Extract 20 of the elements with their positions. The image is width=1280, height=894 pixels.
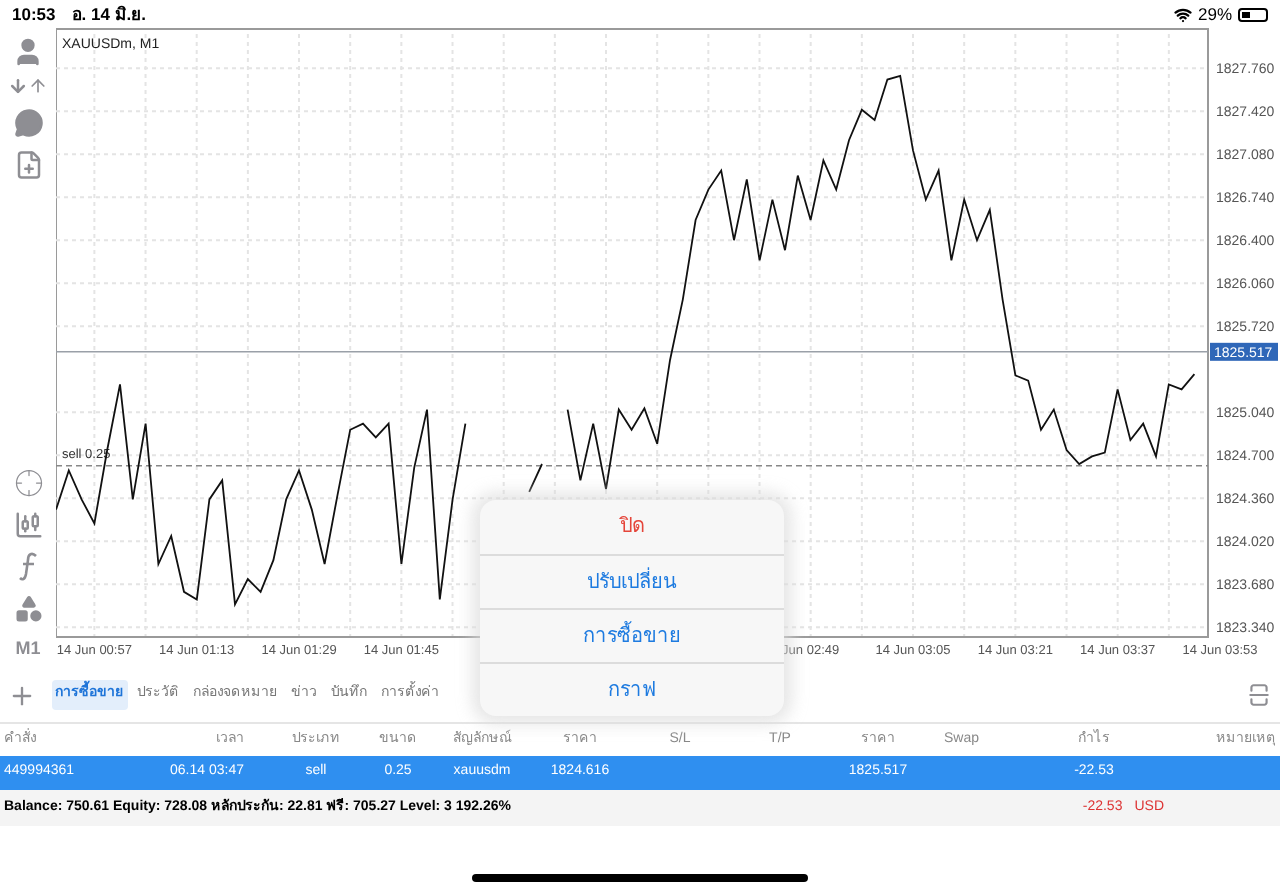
popup-menu-item[interactable]: การซื้อขาย <box>480 608 784 662</box>
status-time: 10:53 <box>12 1 56 27</box>
candlestick-icon[interactable] <box>13 509 43 539</box>
account-icon[interactable] <box>12 36 44 68</box>
status-date: อ. 14 มิ.ย. <box>71 1 147 27</box>
popup-menu-item[interactable]: ปรับเปลี่ยน <box>480 554 784 608</box>
function-icon[interactable] <box>18 551 38 581</box>
popup-menu-item[interactable]: กราฟ <box>480 662 784 716</box>
battery-icon <box>1238 7 1268 21</box>
battery-percent: 29% <box>1197 1 1232 27</box>
chat-icon[interactable] <box>13 108 43 138</box>
wifi-icon <box>1173 5 1192 23</box>
layout-icon[interactable] <box>1246 682 1272 708</box>
crosshair-icon[interactable] <box>13 467 43 497</box>
shapes-icon[interactable] <box>13 593 43 623</box>
new-document-icon[interactable] <box>13 150 43 180</box>
timeframe-button[interactable]: M1 <box>15 635 41 662</box>
add-icon[interactable] <box>8 681 36 709</box>
popup-menu-item[interactable]: ปิด <box>480 500 784 554</box>
trade-arrows-icon[interactable] <box>8 76 48 96</box>
